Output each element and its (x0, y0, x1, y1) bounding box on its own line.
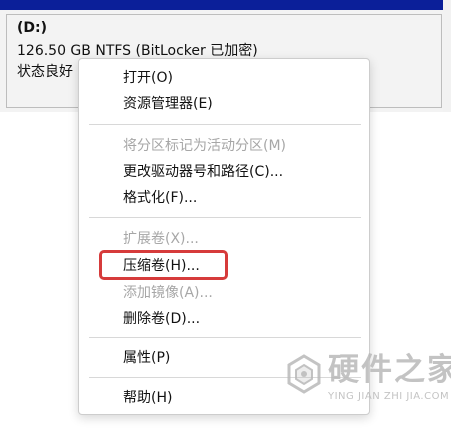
volume-right-gap (443, 0, 451, 112)
menu-item-extend-volume: 扩展卷(X)... (123, 231, 199, 247)
menu-item-add-mirror: 添加镜像(A)... (123, 285, 213, 301)
menu-item-mark-active: 将分区标记为活动分区(M) (123, 138, 287, 154)
menu-item-format[interactable]: 格式化(F)... (79, 185, 371, 211)
watermark-title: 硬件之家 (328, 352, 451, 388)
volume-header-bar (0, 0, 451, 10)
menu-separator-1 (89, 124, 361, 125)
volume-title: (D:) (17, 20, 48, 36)
menu-item-change-drive-letter[interactable]: 更改驱动器号和路径(C)... (79, 159, 371, 185)
menu-separator-2 (89, 217, 361, 218)
watermark-logo-icon (287, 354, 321, 394)
menu-item-open[interactable]: 打开(O) (79, 65, 371, 91)
menu-item-explorer[interactable]: 资源管理器(E) (79, 91, 371, 117)
menu-item-shrink-volume[interactable]: 压缩卷(H)... (79, 253, 371, 279)
volume-status: 状态良好 (17, 64, 73, 80)
menu-item-delete-volume[interactable]: 删除卷(D)... (79, 306, 371, 332)
menu-separator-3 (89, 337, 361, 338)
disk-management-screen: (D:) 126.50 GB NTFS (BitLocker 已加密) 状态良好… (0, 0, 451, 429)
watermark-subtitle: YING JIAN ZHI JIA.COM (328, 391, 450, 402)
volume-info: 126.50 GB NTFS (BitLocker 已加密) (17, 43, 258, 59)
watermark: 硬件之家 YING JIAN ZHI JIA.COM (284, 352, 451, 412)
